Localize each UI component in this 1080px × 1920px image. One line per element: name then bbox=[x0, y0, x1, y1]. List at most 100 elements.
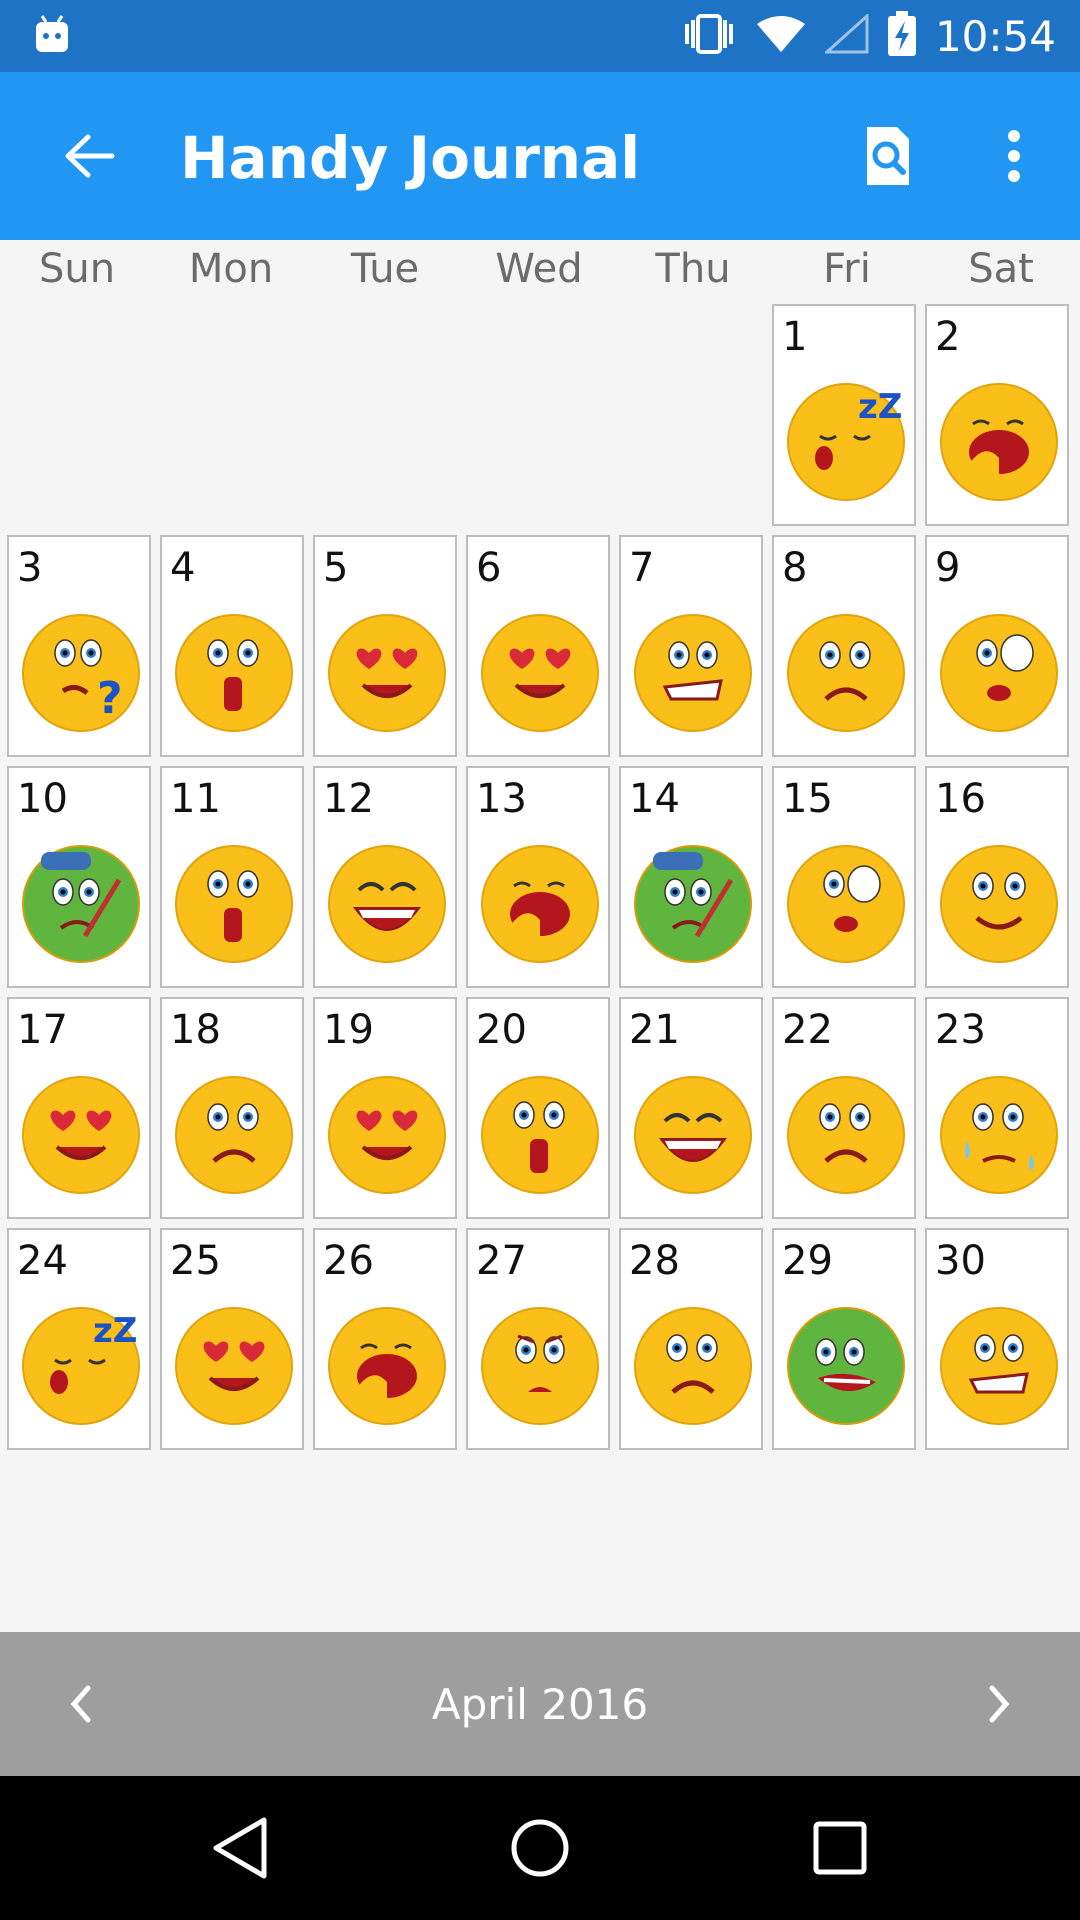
day-cell[interactable]: 11 bbox=[160, 766, 304, 988]
day-cell[interactable]: 23 bbox=[925, 997, 1069, 1219]
day-cell[interactable]: 12 bbox=[313, 766, 457, 988]
more-vert-icon bbox=[1008, 130, 1020, 182]
weekday-sat: Sat bbox=[968, 246, 1034, 292]
confused-emoji-icon: ? bbox=[22, 614, 140, 732]
sad-emoji-icon bbox=[634, 1307, 752, 1425]
next-month-button[interactable] bbox=[960, 1664, 1040, 1744]
day-number: 7 bbox=[629, 545, 655, 591]
day-number: 15 bbox=[782, 776, 833, 822]
android-notification-icon bbox=[34, 14, 70, 59]
weekday-wed: Wed bbox=[495, 246, 583, 292]
day-cell[interactable]: 16 bbox=[925, 766, 1069, 988]
day-number: 16 bbox=[935, 776, 986, 822]
cell-signal-icon bbox=[823, 12, 869, 59]
day-cell[interactable]: 14 bbox=[619, 766, 763, 988]
day-cell[interactable]: 25 bbox=[160, 1228, 304, 1450]
day-cell[interactable]: 7 bbox=[619, 535, 763, 757]
day-cell[interactable]: 1 zZ bbox=[772, 304, 916, 526]
day-number: 27 bbox=[476, 1238, 527, 1284]
day-number: 21 bbox=[629, 1007, 680, 1053]
day-number: 6 bbox=[476, 545, 502, 591]
day-cell[interactable]: 4 bbox=[160, 535, 304, 757]
day-cell[interactable]: 19 bbox=[313, 997, 457, 1219]
day-cell[interactable]: 24 zZ bbox=[7, 1228, 151, 1450]
day-cell[interactable]: 29 bbox=[772, 1228, 916, 1450]
vibrate-icon bbox=[681, 12, 737, 61]
sad-emoji-icon bbox=[787, 614, 905, 732]
nav-home-icon[interactable] bbox=[500, 1808, 580, 1888]
day-cell[interactable]: 17 bbox=[7, 997, 151, 1219]
weekday-sun: Sun bbox=[38, 246, 116, 292]
day-number: 13 bbox=[476, 776, 527, 822]
nav-recents-icon[interactable] bbox=[800, 1808, 880, 1888]
worried-emoji-icon bbox=[481, 1307, 599, 1425]
day-cell[interactable]: 20 bbox=[466, 997, 610, 1219]
day-cell[interactable]: 22 bbox=[772, 997, 916, 1219]
sick-emoji-icon bbox=[634, 845, 752, 963]
day-cell[interactable]: 3? bbox=[7, 535, 151, 757]
day-cell[interactable]: 30 bbox=[925, 1228, 1069, 1450]
weekday-fri: Fri bbox=[823, 246, 871, 292]
arrow-left-icon bbox=[65, 134, 115, 178]
surprised-emoji-icon bbox=[787, 845, 905, 963]
awkward-emoji-icon bbox=[634, 614, 752, 732]
day-number: 22 bbox=[782, 1007, 833, 1053]
day-cell[interactable]: 21 bbox=[619, 997, 763, 1219]
in-love-emoji-icon bbox=[22, 1076, 140, 1194]
day-number: 23 bbox=[935, 1007, 986, 1053]
laughing-emoji-icon bbox=[328, 845, 446, 963]
day-number: 26 bbox=[323, 1238, 374, 1284]
awkward-emoji-icon bbox=[940, 1307, 1058, 1425]
in-love-emoji-icon bbox=[328, 1076, 446, 1194]
day-cell[interactable]: 2 bbox=[925, 304, 1069, 526]
weekday-header: Sun Mon Tue Wed Thu Fri Sat bbox=[0, 240, 1080, 304]
day-number: 20 bbox=[476, 1007, 527, 1053]
day-cell[interactable]: 26 bbox=[313, 1228, 457, 1450]
yawn-emoji-icon bbox=[328, 1307, 446, 1425]
day-cell[interactable]: 5 bbox=[313, 535, 457, 757]
day-number: 2 bbox=[935, 314, 961, 360]
day-number: 18 bbox=[170, 1007, 221, 1053]
day-number: 4 bbox=[170, 545, 196, 591]
day-number: 14 bbox=[629, 776, 680, 822]
weekday-tue: Tue bbox=[350, 246, 420, 292]
in-love-emoji-icon bbox=[481, 614, 599, 732]
day-cell[interactable]: 28 bbox=[619, 1228, 763, 1450]
day-number: 10 bbox=[17, 776, 68, 822]
status-time: 10:54 bbox=[934, 11, 1056, 61]
back-button[interactable] bbox=[50, 116, 130, 196]
battery-charging-icon bbox=[887, 10, 917, 62]
weekday-thu: Thu bbox=[655, 246, 731, 292]
day-cell[interactable]: 8 bbox=[772, 535, 916, 757]
day-number: 19 bbox=[323, 1007, 374, 1053]
day-number: 12 bbox=[323, 776, 374, 822]
day-cell[interactable]: 18 bbox=[160, 997, 304, 1219]
yawn-emoji-icon bbox=[481, 845, 599, 963]
day-cell[interactable]: 10 bbox=[7, 766, 151, 988]
svg-text:zZ: zZ bbox=[858, 387, 902, 427]
day-number: 17 bbox=[17, 1007, 68, 1053]
surprised-emoji-icon bbox=[940, 614, 1058, 732]
laughing-emoji-icon bbox=[634, 1076, 752, 1194]
sleepy-emoji-icon: zZ bbox=[22, 1307, 140, 1425]
day-number: 1 bbox=[782, 314, 808, 360]
day-cell[interactable]: 27 bbox=[466, 1228, 610, 1450]
shocked-emoji-icon bbox=[175, 845, 293, 963]
day-cell[interactable]: 9 bbox=[925, 535, 1069, 757]
month-navigation-bar: April 2016 bbox=[0, 1632, 1080, 1776]
day-cell[interactable]: 15 bbox=[772, 766, 916, 988]
crying-emoji-icon bbox=[940, 1076, 1058, 1194]
search-button[interactable] bbox=[848, 116, 928, 196]
overflow-menu-button[interactable] bbox=[974, 116, 1054, 196]
svg-text:zZ: zZ bbox=[93, 1311, 137, 1351]
search-document-icon bbox=[867, 127, 909, 185]
nav-back-icon[interactable] bbox=[200, 1808, 280, 1888]
sad-emoji-icon bbox=[787, 1076, 905, 1194]
status-bar: 10:54 bbox=[0, 0, 1080, 72]
day-number: 11 bbox=[170, 776, 221, 822]
svg-text:?: ? bbox=[97, 673, 123, 724]
day-number: 5 bbox=[323, 545, 349, 591]
weekday-mon: Mon bbox=[188, 246, 274, 292]
day-cell[interactable]: 6 bbox=[466, 535, 610, 757]
day-cell[interactable]: 13 bbox=[466, 766, 610, 988]
